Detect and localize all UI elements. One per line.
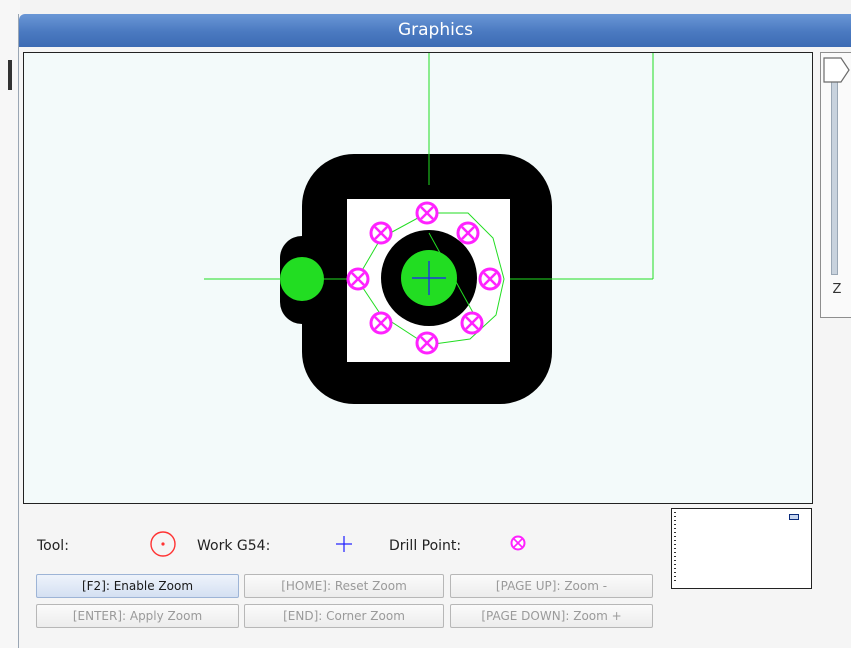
work-legend-label: Work G54: xyxy=(197,538,271,554)
enable-zoom-button[interactable]: [F2]: Enable Zoom xyxy=(36,574,239,598)
z-axis-slider[interactable]: Z xyxy=(820,52,851,318)
zoom-in-button[interactable]: [PAGE DOWN]: Zoom + xyxy=(450,604,653,628)
drill-point-icon xyxy=(478,267,502,291)
drill-point-icon xyxy=(510,535,526,551)
drill-point-icon xyxy=(460,311,484,335)
drill-point-icon xyxy=(415,201,439,225)
tool-legend-label: Tool: xyxy=(37,538,69,554)
z-slider-thumb[interactable] xyxy=(823,57,851,87)
drill-point-icon xyxy=(456,221,480,245)
drill-point-icon xyxy=(369,221,393,245)
window-title: Graphics xyxy=(19,14,851,47)
work-crosshair-icon xyxy=(336,536,352,552)
graphics-viewport[interactable] xyxy=(23,52,813,504)
overview-minimap[interactable] xyxy=(671,508,812,589)
drill-point-icon xyxy=(369,311,393,335)
reset-zoom-button[interactable]: [HOME]: Reset Zoom xyxy=(244,574,444,598)
left-edge-marker xyxy=(8,60,12,90)
apply-zoom-button[interactable]: [ENTER]: Apply Zoom xyxy=(36,604,239,628)
z-slider-track[interactable] xyxy=(831,75,838,275)
corner-zoom-button[interactable]: [END]: Corner Zoom xyxy=(244,604,444,628)
drill-point-icon xyxy=(346,267,370,291)
tool-circle-icon xyxy=(150,531,176,557)
zoom-out-button[interactable]: [PAGE UP]: Zoom - xyxy=(450,574,653,598)
side-tool-position xyxy=(280,257,324,301)
left-edge-panel xyxy=(0,0,20,648)
minimap-view-marker xyxy=(789,514,799,520)
graphics-window: Graphics Z Tool: Work G54: Drill Point: … xyxy=(18,14,851,648)
z-axis-label: Z xyxy=(832,282,842,297)
minimap-scale-ticks xyxy=(674,512,676,584)
toolpath-drawing xyxy=(204,53,654,404)
drill-legend-label: Drill Point: xyxy=(389,538,462,554)
drill-point-icon xyxy=(415,331,439,355)
